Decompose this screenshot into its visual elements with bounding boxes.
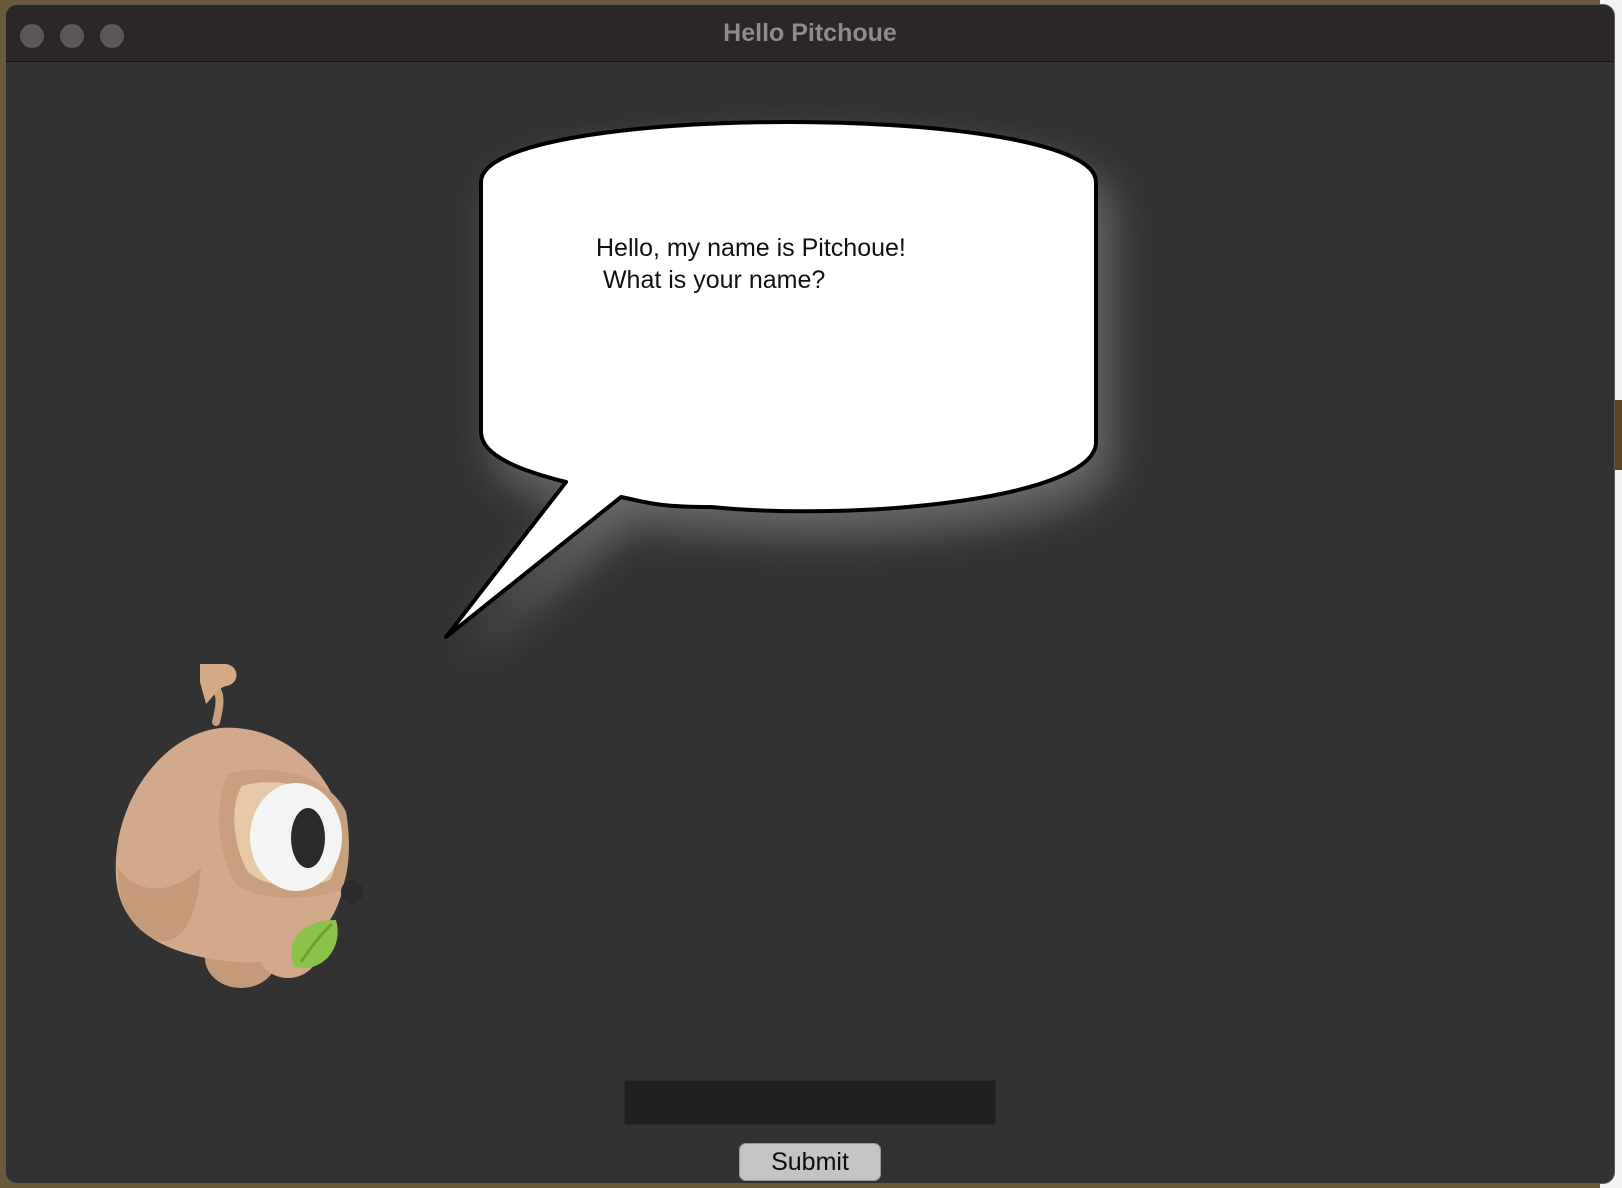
pitchoue-mascot-icon — [115, 664, 363, 988]
speech-bubble-text: Hello, my name is Pitchoue! What is your… — [596, 234, 906, 294]
submit-button[interactable]: Submit — [739, 1143, 881, 1181]
name-input[interactable] — [624, 1080, 996, 1125]
window-title: Hello Pitchoue — [723, 19, 897, 47]
app-window: Hello Pitchoue Hello, my name is Pitchou… — [5, 4, 1615, 1184]
speech-bubble — [444, 120, 1110, 659]
main-content: Hello, my name is Pitchoue! What is your… — [6, 62, 1614, 1183]
titlebar: Hello Pitchoue — [6, 5, 1614, 62]
speech-bubble-shape — [444, 120, 1098, 639]
